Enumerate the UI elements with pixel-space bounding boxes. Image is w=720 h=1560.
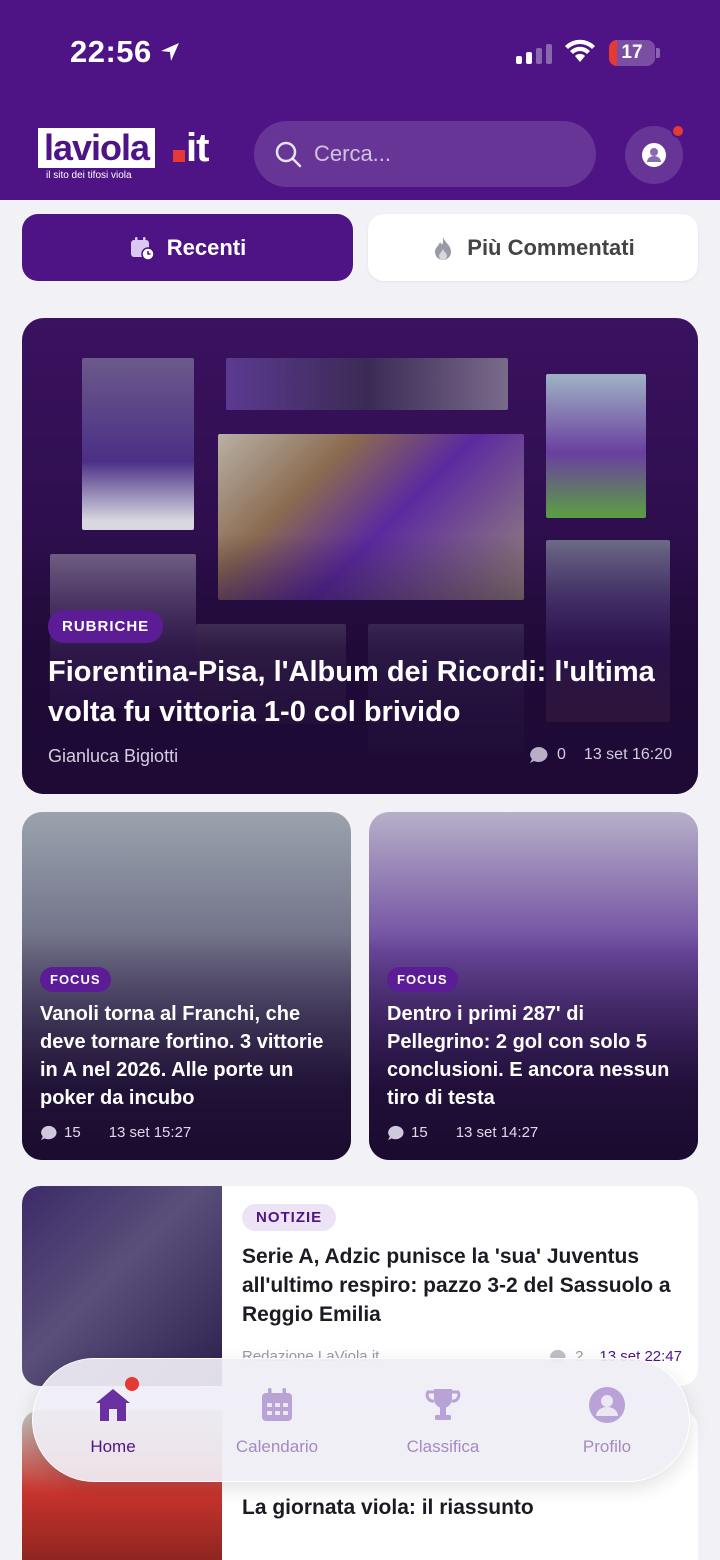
article-card[interactable]: FOCUS Vanoli torna al Franchi, che deve …	[22, 812, 351, 1160]
trophy-icon	[425, 1389, 461, 1420]
cellular-signal-icon	[516, 42, 552, 64]
account-button[interactable]	[625, 124, 685, 184]
comment-count: 0	[557, 746, 566, 763]
hero-photo	[546, 374, 646, 518]
article-date: 13 set 16:20	[583, 746, 672, 763]
tab-home[interactable]: Home	[53, 1377, 173, 1457]
brand-logo[interactable]: laviola it il sito dei tifosi viola	[38, 126, 228, 182]
article-thumbnail	[22, 1186, 222, 1386]
hero-photo	[226, 358, 508, 410]
category-badge: FOCUS	[40, 967, 111, 992]
tab-recent[interactable]: Recenti	[22, 214, 353, 281]
search-input[interactable]	[314, 141, 574, 167]
status-bar: 22:56 17	[0, 34, 720, 74]
wifi-icon	[565, 39, 595, 62]
bottom-tab-bar: Home Calendario Classifica Profilo	[32, 1358, 690, 1482]
comment-icon	[41, 1125, 57, 1140]
notification-dot	[671, 124, 685, 138]
search-icon	[275, 141, 302, 168]
tab-label: Home	[90, 1437, 136, 1456]
clock-time: 22:56	[70, 34, 152, 69]
calendar-icon	[262, 1388, 292, 1421]
tab-standings[interactable]: Classifica	[383, 1385, 503, 1457]
comment-icon	[530, 747, 548, 763]
category-badge: RUBRICHE	[48, 610, 164, 643]
comment-count: 15	[64, 1124, 81, 1141]
category-badge: NOTIZIE	[242, 1204, 337, 1231]
battery-icon: 17	[609, 40, 655, 66]
tab-label: Profilo	[582, 1437, 632, 1456]
tab-most-commented-label: Più Commentati	[467, 234, 635, 260]
calendar-clock-icon	[130, 236, 155, 261]
app-header: 22:56 17 laviola it il sito dei tifosi v…	[0, 0, 720, 200]
search-bar[interactable]	[254, 121, 596, 187]
tab-most-commented[interactable]: Più Commentati	[368, 214, 698, 281]
brand-tld: it	[186, 126, 209, 170]
user-icon	[642, 143, 666, 167]
tab-calendar[interactable]: Calendario	[217, 1385, 337, 1457]
comment-count: 15	[411, 1124, 428, 1141]
flame-icon	[435, 236, 452, 260]
category-badge: FOCUS	[387, 967, 458, 992]
comment-icon	[388, 1125, 404, 1140]
user-icon	[589, 1387, 625, 1423]
article-title: Fiorentina-Pisa, l'Album dei Ricordi: l'…	[48, 656, 655, 728]
article-title: Dentro i primi 287' di Pellegrino: 2 gol…	[387, 1003, 670, 1109]
battery-percent: 17	[621, 42, 643, 63]
article-meta: 15 13 set 15:27	[40, 1124, 191, 1141]
article-title: Serie A, Adzic punisce la 'sua' Juventus…	[242, 1245, 671, 1326]
notification-dot	[125, 1377, 139, 1391]
article-author: Gianluca Bigiotti	[48, 746, 179, 766]
article-title: La giornata viola: il riassunto	[242, 1496, 534, 1519]
home-icon	[96, 1389, 130, 1421]
tab-recent-label: Recenti	[166, 234, 247, 260]
clock: 22:56	[70, 34, 182, 70]
location-arrow-icon	[160, 43, 179, 61]
article-meta: 15 13 set 14:27	[387, 1124, 538, 1141]
hero-photo	[82, 358, 194, 530]
article-date: 13 set 14:27	[455, 1124, 539, 1141]
brand-name: laviola	[44, 127, 150, 168]
tab-label: Calendario	[235, 1437, 319, 1456]
article-title: Vanoli torna al Franchi, che deve tornar…	[40, 1003, 324, 1109]
tab-profile[interactable]: Profilo	[547, 1385, 667, 1457]
list-item[interactable]: NOTIZIE Serie A, Adzic punisce la 'sua' …	[22, 1186, 698, 1386]
article-date: 13 set 15:27	[108, 1124, 192, 1141]
featured-article-card[interactable]: RUBRICHE Fiorentina-Pisa, l'Album dei Ri…	[22, 318, 698, 794]
tab-label: Classifica	[406, 1437, 480, 1456]
article-meta: 0 13 set 16:20	[529, 746, 672, 764]
article-card[interactable]: FOCUS Dentro i primi 287' di Pellegrino:…	[369, 812, 698, 1160]
brand-tagline: il sito dei tifosi viola	[46, 170, 132, 181]
